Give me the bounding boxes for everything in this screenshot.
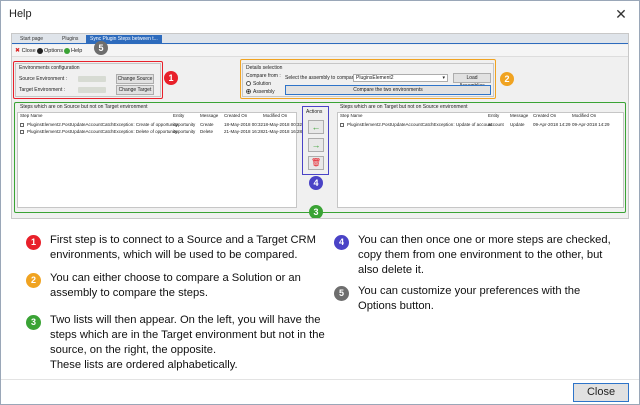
- toolbar-help-button[interactable]: Help: [64, 47, 82, 55]
- footer-separator: [1, 379, 639, 380]
- legend-3-line-2: steps which are in the Target environmen…: [50, 329, 325, 341]
- badge-2: 2: [500, 72, 514, 86]
- toolbar-close-button[interactable]: ✖ Close: [15, 47, 36, 55]
- badge-5: 5: [94, 41, 108, 55]
- legend-text-4: You can then once one or more steps are …: [358, 233, 628, 278]
- legend-1-line-1: First step is to connect to a Source and…: [50, 234, 316, 246]
- badge-1: 1: [164, 71, 178, 85]
- legend-2-line-2: assembly to compare the steps.: [50, 287, 208, 299]
- gear-icon: [37, 47, 43, 54]
- badge-4: 4: [309, 176, 323, 190]
- legend-3-line-1: Two lists will then appear. On the left,…: [50, 314, 321, 326]
- highlight-env-config: [13, 61, 163, 99]
- help-icon: [64, 47, 70, 54]
- legend-text-3: Two lists will then appear. On the left,…: [50, 313, 325, 373]
- close-button[interactable]: Close: [573, 383, 629, 402]
- highlight-lists: [14, 102, 626, 213]
- highlight-details: [240, 59, 496, 99]
- legend-badge-4: 4: [334, 235, 349, 250]
- toolbar-options-label: Options: [44, 48, 63, 54]
- toolbar-help-label: Help: [71, 48, 83, 54]
- window-title: Help: [9, 8, 32, 20]
- window-close-icon[interactable]: ✕: [609, 4, 633, 24]
- legend-badge-3: 3: [26, 315, 41, 330]
- legend-4-line-1: You can then once one or more steps are …: [358, 234, 611, 246]
- legend-3-line-3: source, on the right, the opposite.: [50, 344, 217, 356]
- close-icon: ✖: [15, 48, 21, 54]
- legend-4-line-3: also delete it.: [358, 264, 424, 276]
- legend-badge-2: 2: [26, 273, 41, 288]
- legend-badge-1: 1: [26, 235, 41, 250]
- legend-3-line-4: These lists are ordered alphabetically.: [50, 359, 238, 371]
- legend-2-line-1: You can either choose to compare a Solut…: [50, 272, 301, 284]
- legend-text-1: First step is to connect to a Source and…: [50, 233, 320, 263]
- legend-5-line-1: You can customize your preferences with …: [358, 285, 581, 297]
- legend-5-line-2: Options button.: [358, 300, 434, 312]
- legend-text-5: You can customize your preferences with …: [358, 284, 628, 314]
- toolbar-close-label: Close: [21, 48, 36, 54]
- title-bar: Help ✕: [1, 1, 639, 29]
- legend-badge-5: 5: [334, 286, 349, 301]
- badge-3: 3: [309, 205, 323, 218]
- legend-4-line-2: copy them from one environment to the ot…: [358, 249, 603, 261]
- legend-text-2: You can either choose to compare a Solut…: [50, 271, 320, 301]
- legend-1-line-2: environments, which will be used to be c…: [50, 249, 298, 261]
- toolbar-options-button[interactable]: Options: [37, 47, 63, 55]
- tool-screenshot: Start page Plugins Sync Plugin Steps bet…: [11, 33, 629, 219]
- help-window: Help ✕ Start page Plugins Sync Plugin St…: [0, 0, 640, 405]
